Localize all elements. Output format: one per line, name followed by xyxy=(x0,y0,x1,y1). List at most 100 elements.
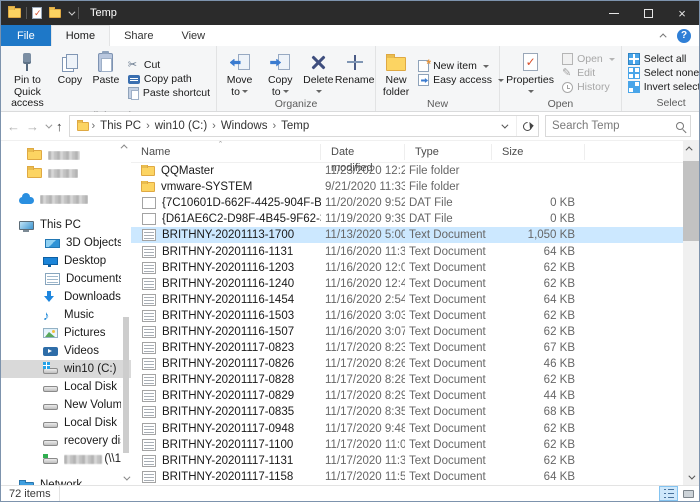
column-header-date-modified[interactable]: Date modified xyxy=(321,144,405,160)
rename-button[interactable]: Rename xyxy=(336,48,373,98)
sidebar-item[interactable] xyxy=(1,146,131,164)
paste-button[interactable]: Paste xyxy=(88,48,124,110)
file-row[interactable]: BRITHNY-20201116-1131 11/16/2020 11:31 .… xyxy=(131,243,683,259)
properties-button[interactable]: Properties xyxy=(502,48,558,98)
forward-icon[interactable]: → xyxy=(26,120,39,133)
copy-to-button[interactable]: Copy to xyxy=(260,48,300,98)
sidebar-item[interactable] xyxy=(1,164,131,182)
sidebar-item[interactable]: Pictures xyxy=(1,324,131,342)
sidebar-scrollbar[interactable] xyxy=(122,141,130,485)
close-button[interactable]: × xyxy=(665,1,699,25)
select-none-button[interactable]: Select none xyxy=(628,67,700,79)
breadcrumb-segment[interactable]: Temp xyxy=(277,120,313,132)
redacted-label xyxy=(48,151,80,160)
sidebar-item[interactable]: (\\1 xyxy=(1,450,131,468)
sidebar-scroll-thumb[interactable] xyxy=(123,317,129,453)
minimize-button[interactable] xyxy=(597,1,631,25)
sidebar-item[interactable]: Local Disk (D:) xyxy=(1,378,131,396)
file-row[interactable]: BRITHNY-20201116-1507 11/16/2020 3:07 PM… xyxy=(131,324,683,340)
sidebar-item[interactable]: Network xyxy=(1,476,131,485)
sidebar-item[interactable]: Desktop xyxy=(1,252,131,270)
sidebar-scroll-down-icon[interactable] xyxy=(123,474,130,481)
qat-new-folder-icon[interactable] xyxy=(49,9,61,18)
help-icon[interactable]: ? xyxy=(677,29,691,43)
edit-button[interactable]: Edit xyxy=(562,67,615,79)
file-row[interactable]: BRITHNY-20201117-0835 11/17/2020 8:35 AM… xyxy=(131,404,683,420)
scroll-thumb[interactable] xyxy=(683,161,699,241)
file-menu-button[interactable]: File xyxy=(1,25,51,46)
sidebar-item-label xyxy=(40,195,88,204)
details-view-button[interactable] xyxy=(659,486,678,501)
select-all-button[interactable]: Select all xyxy=(628,53,700,65)
open-button[interactable]: Open xyxy=(562,53,615,65)
file-row[interactable]: BRITHNY-20201116-1503 11/16/2020 3:03 PM… xyxy=(131,308,683,324)
file-row[interactable]: {7C10601D-662F-4425-904F-B3B2BC43E6... 1… xyxy=(131,195,683,211)
sidebar-item[interactable]: Local Disk (G:) xyxy=(1,414,131,432)
file-row[interactable]: BRITHNY-20201117-0828 11/17/2020 8:28 AM… xyxy=(131,372,683,388)
qat-properties-icon[interactable] xyxy=(32,7,42,19)
file-row[interactable]: BRITHNY-20201117-1131 11/17/2020 11:31 .… xyxy=(131,453,683,469)
back-icon[interactable]: ← xyxy=(7,120,20,133)
file-list-scrollbar[interactable] xyxy=(683,141,699,485)
file-row[interactable]: QQMaster 11/23/2020 12:29 ... File folde… xyxy=(131,163,683,179)
scroll-down-icon[interactable] xyxy=(688,473,695,480)
sidebar-item[interactable]: Downloads xyxy=(1,288,131,306)
file-row[interactable]: BRITHNY-20201117-0826 11/17/2020 8:26 AM… xyxy=(131,356,683,372)
sidebar-item[interactable]: Videos xyxy=(1,342,131,360)
file-row[interactable]: BRITHNY-20201117-1158 11/17/2020 11:58 .… xyxy=(131,469,683,485)
file-row[interactable]: BRITHNY-20201113-1700 11/13/2020 5:00 PM… xyxy=(131,227,683,243)
sidebar-item[interactable]: recovery disk (K:) xyxy=(1,432,131,450)
qat-customize-chevron-icon[interactable] xyxy=(68,8,75,15)
file-row[interactable]: BRITHNY-20201116-1203 11/16/2020 12:03 .… xyxy=(131,260,683,276)
thumbnails-view-button[interactable] xyxy=(679,486,698,501)
up-icon[interactable]: ↑ xyxy=(56,120,63,133)
refresh-icon[interactable] xyxy=(516,116,538,136)
sidebar-item-icon xyxy=(27,168,42,178)
file-row[interactable]: {D61AE6C2-D98F-4B45-9F62-389EEBB27A... 1… xyxy=(131,211,683,227)
move-to-button[interactable]: Move to xyxy=(219,48,260,98)
file-row[interactable]: BRITHNY-20201117-0823 11/17/2020 8:23 AM… xyxy=(131,340,683,356)
sidebar-scroll-up-icon[interactable] xyxy=(121,144,128,151)
sidebar-item[interactable]: win10 (C:) xyxy=(1,360,131,378)
sidebar-item[interactable] xyxy=(1,190,131,208)
sidebar-item[interactable]: 3D Objects xyxy=(1,234,131,252)
breadcrumb-segment[interactable]: Windows xyxy=(217,120,272,132)
easy-access-button[interactable]: Easy access xyxy=(418,74,504,86)
invert-selection-button[interactable]: Invert selection xyxy=(628,81,700,93)
tab-view[interactable]: View xyxy=(167,25,219,46)
file-row[interactable]: BRITHNY-20201117-0948 11/17/2020 9:48 AM… xyxy=(131,421,683,437)
column-header-size[interactable]: Size xyxy=(492,144,585,160)
sidebar-item[interactable]: Documents xyxy=(1,270,131,288)
new-item-button[interactable]: New item xyxy=(418,60,504,72)
recent-locations-chevron-icon[interactable] xyxy=(45,121,52,128)
search-input[interactable]: Search Temp xyxy=(545,115,691,137)
pin-to-quick-access-button[interactable]: Pin to Quick access xyxy=(3,48,52,110)
breadcrumb-segment[interactable]: This PC xyxy=(96,120,145,132)
file-row[interactable]: BRITHNY-20201117-0829 11/17/2020 8:29 AM… xyxy=(131,388,683,404)
column-header-type[interactable]: Type xyxy=(405,144,492,160)
address-bar[interactable]: ›This PC›win10 (C:)›Windows›Temp xyxy=(69,115,540,137)
tab-home[interactable]: Home xyxy=(51,25,110,46)
file-size: 62 KB xyxy=(492,374,585,386)
sidebar-item-label: Desktop xyxy=(64,255,106,267)
sidebar-item[interactable]: Music xyxy=(1,306,131,324)
file-row[interactable]: BRITHNY-20201117-1100 11/17/2020 11:00 .… xyxy=(131,437,683,453)
sidebar-item[interactable]: This PC xyxy=(1,216,131,234)
new-folder-button[interactable]: New folder xyxy=(378,48,414,98)
file-row[interactable]: BRITHNY-20201116-1454 11/16/2020 2:54 PM… xyxy=(131,292,683,308)
copy-path-button[interactable]: Copy path xyxy=(128,73,210,85)
breadcrumb-segment[interactable]: win10 (C:) xyxy=(151,120,211,132)
file-row[interactable]: vmware-SYSTEM 9/21/2020 11:33 AM File fo… xyxy=(131,179,683,195)
sidebar-item[interactable]: New Volume (E:) xyxy=(1,396,131,414)
history-button[interactable]: History xyxy=(562,81,615,93)
copy-button[interactable]: Copy xyxy=(52,48,88,110)
maximize-button[interactable] xyxy=(631,1,665,25)
delete-button[interactable]: Delete xyxy=(300,48,336,98)
cut-button[interactable]: Cut xyxy=(128,59,210,71)
paste-shortcut-button[interactable]: Paste shortcut xyxy=(128,87,210,99)
column-header-name[interactable]: Name xyxy=(131,144,321,160)
address-dropdown-chevron-icon[interactable] xyxy=(492,116,514,136)
file-row[interactable]: BRITHNY-20201116-1240 11/16/2020 12:40 .… xyxy=(131,276,683,292)
tab-share[interactable]: Share xyxy=(110,25,167,46)
scroll-up-icon[interactable] xyxy=(686,146,693,153)
